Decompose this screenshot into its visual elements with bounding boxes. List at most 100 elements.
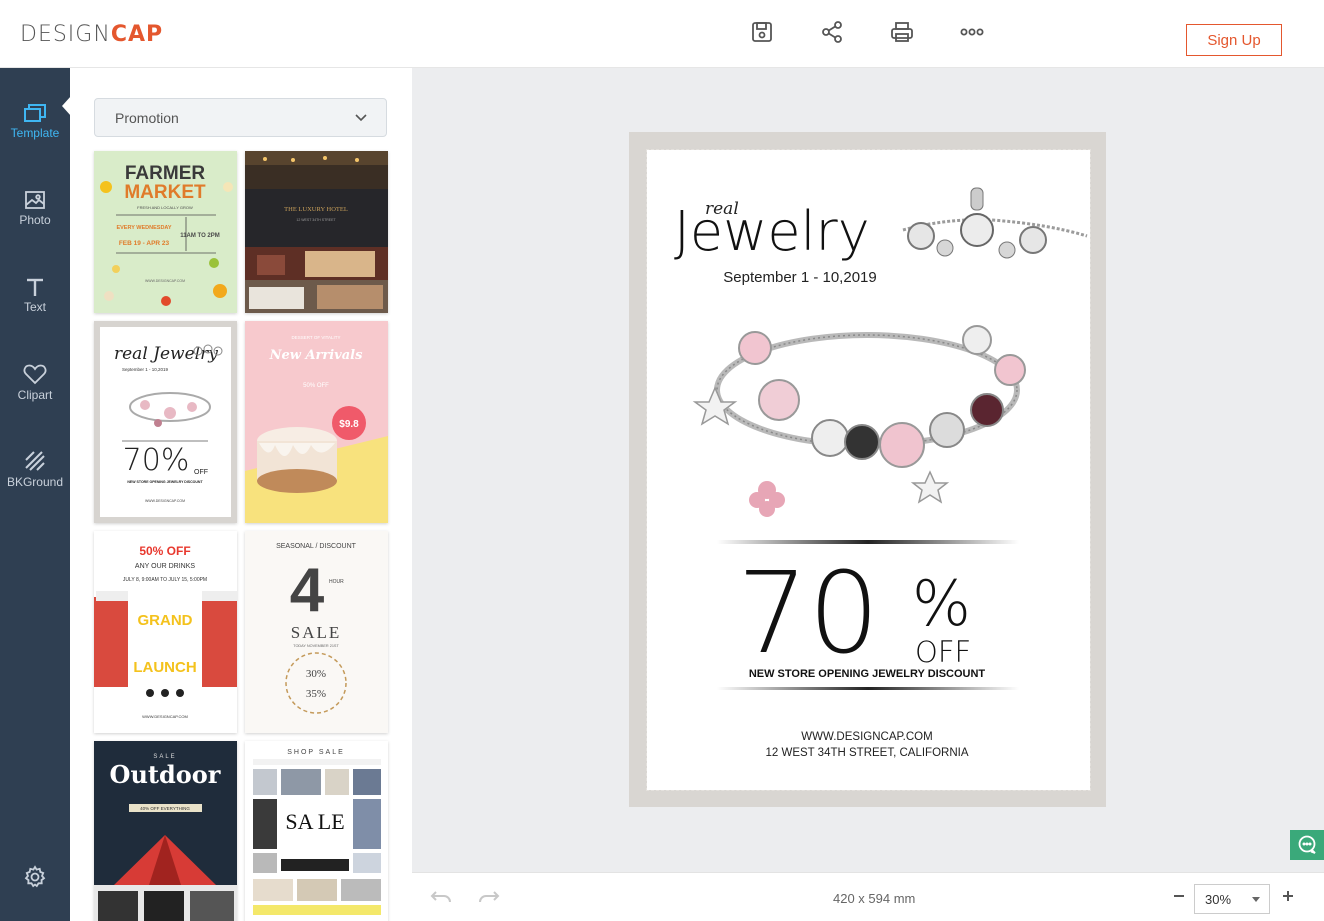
template-icon: [24, 103, 46, 122]
canvas-workspace: real Jewelry September 1 - 10,2019 70 % …: [412, 68, 1324, 872]
grand-launch-art: 50% OFF ANY OUR DRINKS JULY 8, 9:00AM TO…: [94, 544, 237, 719]
print-icon: [891, 22, 913, 42]
chat-button[interactable]: [1290, 830, 1324, 860]
save-icon: [752, 22, 772, 42]
thumb-title: GRAND: [138, 612, 193, 629]
hour-sale-art: SEASONAL / DISCOUNT 4 HOUR SALE TODAY NO…: [276, 543, 357, 714]
zoom-select[interactable]: 30%: [1194, 884, 1270, 914]
earrings-image[interactable]: [902, 187, 1088, 259]
thumb-sub: ANY OUR DRINKS: [135, 563, 195, 570]
shop-sale-art: SHOP SALE SA LE: [253, 749, 381, 915]
text-icon: [27, 278, 43, 296]
chevron-down-icon: [355, 114, 367, 122]
poster-title[interactable]: Jewelry: [674, 200, 870, 263]
plus-icon: [1283, 891, 1293, 901]
template-thumb-luxury-hotel[interactable]: THE LUXURY HOTEL 12 WEST 34TH STREET: [245, 151, 388, 313]
template-thumb-4-hour-sale[interactable]: SEASONAL / DISCOUNT 4 HOUR SALE TODAY NO…: [245, 531, 388, 733]
template-thumb-jewelry[interactable]: real Jewelry September 1 - 10,2019 70% O…: [94, 321, 237, 523]
thumb-sub: FRESH AND LOCALLY GROW: [137, 205, 193, 210]
poster-address[interactable]: 12 WEST 34TH STREET, CALIFORNIA: [765, 747, 968, 759]
designcap-logo[interactable]: DESIGNCAP: [20, 22, 163, 47]
rail-item-background[interactable]: BKGround: [0, 434, 70, 504]
template-thumb-grand-launch[interactable]: 50% OFF ANY OUR DRINKS JULY 8, 9:00AM TO…: [94, 531, 237, 733]
rail-label: Template: [10, 125, 60, 140]
thumb-sub: TODAY NOVEMBER 21ST: [293, 644, 339, 648]
poster-percent[interactable]: %: [912, 567, 971, 640]
thumb-p2: 35%: [306, 688, 326, 700]
more-icon: [960, 28, 984, 36]
minus-icon: [1174, 895, 1184, 897]
rail-item-template[interactable]: Template: [0, 86, 70, 156]
thumb-deal: 50% OFF: [303, 383, 329, 389]
poster-dates[interactable]: September 1 - 10,2019: [723, 269, 876, 286]
poster-art: real Jewelry September 1 - 10,2019 70 % …: [674, 187, 1088, 759]
category-dropdown[interactable]: Promotion: [94, 98, 387, 137]
redo-button[interactable]: [478, 889, 500, 910]
logo-text-cap: CAP: [110, 22, 164, 47]
chat-icon: [1298, 835, 1316, 854]
template-thumb-new-arrivals[interactable]: DESSERT OF VITALITY New Arrivals 50% OFF…: [245, 321, 388, 523]
thumb-dates: FEB 19 - APR 23: [119, 240, 170, 247]
gear-icon: [24, 865, 46, 888]
poster-number[interactable]: 70: [737, 549, 880, 679]
thumb-vertical: HOUR: [329, 579, 344, 585]
bracelet-image[interactable]: [692, 325, 1026, 517]
thumb-time: 11AM TO 2PM: [180, 233, 220, 239]
share-button[interactable]: [818, 18, 846, 46]
thumb-title: FARMER: [125, 163, 206, 184]
thumb-dates: September 1 - 10,2019: [122, 367, 169, 372]
template-thumb-outdoor[interactable]: SALE Outdoor 40% OFF EVERYTHING: [94, 741, 237, 921]
template-thumb-shop-sale[interactable]: SHOP SALE SA LE: [245, 741, 388, 921]
new-arrivals-art: DESSERT OF VITALITY New Arrivals 50% OFF…: [245, 335, 388, 523]
outdoor-art: SALE Outdoor 40% OFF EVERYTHING: [94, 754, 237, 921]
rail-label: BKGround: [6, 474, 64, 489]
template-thumb-farmer-market[interactable]: FARMER MARKET FRESH AND LOCALLY GROW EVE…: [94, 151, 237, 313]
rail-label: Clipart: [17, 387, 53, 402]
poster-website[interactable]: WWW.DESIGNCAP.COM: [801, 731, 932, 743]
left-rail: Template Photo Text Clipart BKGround: [0, 68, 71, 921]
thumb-p1: 30%: [306, 668, 326, 680]
redo-icon: [479, 891, 500, 903]
poster-off[interactable]: OFF: [915, 635, 971, 669]
divider-top: [717, 540, 1019, 544]
rail-item-photo[interactable]: Photo: [0, 173, 70, 243]
divider-bottom: [717, 687, 1019, 690]
rail-label: Text: [23, 299, 46, 314]
undo-button[interactable]: [430, 889, 452, 910]
sign-up-button[interactable]: Sign Up: [1186, 24, 1282, 56]
thumb-title: THE LUXURY HOTEL: [284, 206, 348, 213]
thumb-tag: NEW STORE OPENING JEWELRY DISCOUNT: [127, 480, 203, 484]
save-button[interactable]: [748, 18, 776, 46]
poster-frame: real Jewelry September 1 - 10,2019 70 % …: [629, 132, 1106, 807]
photo-icon: [25, 190, 45, 209]
background-icon: [25, 450, 45, 471]
rail-item-text[interactable]: Text: [0, 260, 70, 330]
luxury-hotel-art: THE LUXURY HOTEL 12 WEST 34TH STREET: [245, 151, 388, 313]
thumb-sub: 40% OFF EVERYTHING: [140, 806, 190, 811]
poster-tagline[interactable]: NEW STORE OPENING JEWELRY DISCOUNT: [749, 668, 986, 680]
thumb-footer: WWW.DESIGNCAP.COM: [145, 499, 185, 503]
thumb-title-2: MARKET: [124, 182, 206, 203]
thumb-title: SA LE: [285, 809, 344, 834]
thumb-kicker: SEASONAL / DISCOUNT: [276, 543, 357, 550]
share-icon: [822, 21, 842, 43]
zoom-in-button[interactable]: [1281, 889, 1295, 903]
thumb-title: Outdoor: [110, 760, 221, 789]
rail-item-clipart[interactable]: Clipart: [0, 347, 70, 417]
undo-icon: [430, 891, 451, 903]
thumb-title: New Arrivals: [269, 348, 364, 363]
logo-text-design: DESIGN: [20, 22, 111, 47]
thumb-percent: 70%: [123, 443, 190, 478]
thumb-footer: WWW.DESIGNCAP.COM: [142, 714, 188, 719]
jewelry-thumb-art: real Jewelry September 1 - 10,2019 70% O…: [100, 327, 231, 517]
rail-label: Photo: [19, 212, 51, 227]
thumb-day: EVERY WEDNESDAY: [116, 225, 171, 231]
print-button[interactable]: [888, 18, 916, 46]
caret-down-icon: [1252, 897, 1260, 902]
template-panel: Promotion FARMER MARKET FRESH AND LOCALL…: [70, 68, 412, 921]
zoom-out-button[interactable]: [1172, 889, 1186, 903]
poster-canvas[interactable]: real Jewelry September 1 - 10,2019 70 % …: [646, 149, 1091, 791]
thumb-price: $9.8: [339, 419, 359, 430]
more-button[interactable]: [958, 18, 986, 46]
settings-button[interactable]: [23, 865, 47, 894]
